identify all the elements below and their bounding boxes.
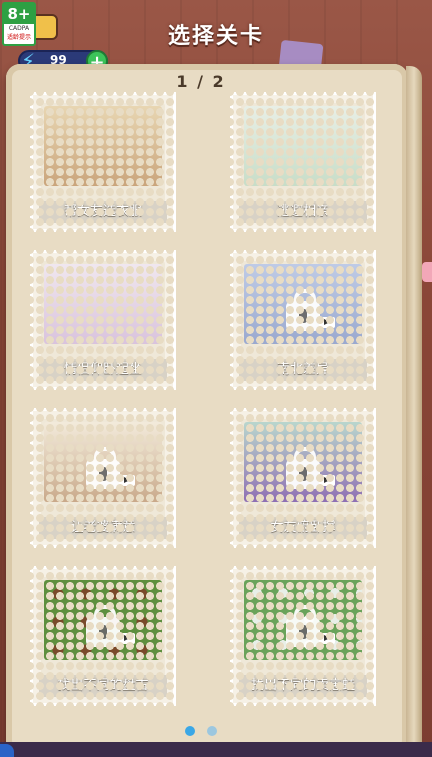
level-thumbnail [44, 106, 162, 186]
level-card-5[interactable]: 让老婆满意 [30, 408, 176, 548]
level-thumbnail [244, 106, 362, 186]
age-rating-number: 8+ [4, 4, 34, 24]
level-card-6[interactable]: 女友俯卧撑 [230, 408, 376, 548]
age-rating-tip: 适龄提示 [6, 34, 31, 41]
page-dot-1[interactable] [185, 726, 196, 736]
lock-icon [286, 447, 320, 489]
level-label: 女友俯卧撑 [239, 517, 367, 539]
level-card-4[interactable]: 南北差异 [230, 250, 376, 390]
age-rating-badge: 8+ CADPA 适龄提示 [2, 2, 36, 46]
level-label: 帮女友选衣服 [39, 201, 167, 223]
page-title: 选择关卡 [167, 24, 264, 49]
lock-icon [86, 605, 120, 647]
video-ad-icon [319, 317, 335, 328]
floor-decoration [0, 744, 14, 757]
page-dot-2[interactable] [206, 726, 217, 736]
level-card-8[interactable]: 找出不同的卖崽蛙 [230, 566, 376, 706]
video-ad-icon [319, 633, 335, 644]
level-label: 让老婆满意 [39, 517, 167, 539]
level-label: 逃避相亲 [239, 201, 367, 223]
book-page-edge [406, 66, 422, 754]
level-label: 情侣仰卧起坐 [39, 359, 167, 381]
age-rating-org: CADPA [8, 25, 30, 32]
floor [0, 742, 432, 757]
level-label: 南北差异 [239, 359, 367, 381]
level-card-3[interactable]: 情侣仰卧起坐 [30, 250, 176, 390]
level-thumbnail [44, 264, 162, 344]
lock-icon [286, 289, 320, 331]
page-indicator: 1 / 2 [176, 72, 226, 91]
bookmark-tab [422, 262, 432, 282]
lock-icon [86, 447, 120, 489]
level-label: 找出不同的盘古 [39, 675, 167, 697]
video-ad-icon [119, 475, 135, 486]
page-dots [0, 721, 402, 740]
level-card-7[interactable]: 找出不同的盘古 [30, 566, 176, 706]
level-label: 找出不同的卖崽蛙 [239, 675, 367, 697]
video-ad-icon [319, 475, 335, 486]
level-card-2[interactable]: 逃避相亲 [230, 92, 376, 232]
lock-icon [286, 605, 320, 647]
video-ad-icon [119, 633, 135, 644]
level-card-1[interactable]: 帮女友选衣服 [30, 92, 176, 232]
